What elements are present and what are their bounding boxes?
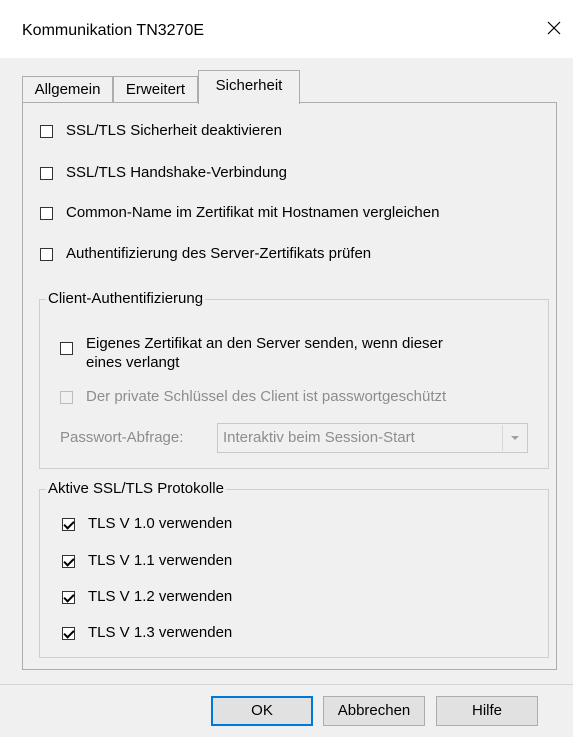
checkbox-disabled — [60, 391, 73, 404]
checkbox-label: TLS V 1.1 verwenden — [88, 552, 233, 569]
tab-allgemein[interactable]: Allgemein — [22, 76, 113, 103]
window-title: Kommunikation TN3270E — [22, 22, 205, 39]
checkbox-label: TLS V 1.3 verwenden — [88, 624, 233, 641]
checkbox[interactable] — [40, 167, 53, 180]
divider — [0, 684, 573, 685]
checkbox-label: Common-Name im Zertifikat mit Hostnamen … — [66, 204, 440, 221]
select-value: Interaktiv beim Session-Start — [223, 429, 415, 446]
checkbox[interactable] — [60, 342, 73, 355]
option-private-key-protected: Der private Schlüssel des Client ist pas… — [60, 388, 447, 406]
option-send-own-cert[interactable]: Eigenes Zertifikat an den Server senden,… — [60, 334, 443, 372]
title-bar: Kommunikation TN3270E — [0, 0, 573, 58]
option-tls-1-1[interactable]: TLS V 1.1 verwenden — [62, 552, 233, 570]
password-prompt-label: Passwort-Abfrage: — [60, 429, 184, 446]
checkbox-label: TLS V 1.0 verwenden — [88, 515, 233, 532]
option-ssl-disable[interactable]: SSL/TLS Sicherheit deaktivieren — [40, 122, 282, 140]
checkbox[interactable] — [40, 125, 53, 138]
checkbox-label: TLS V 1.2 verwenden — [88, 588, 233, 605]
option-tls-1-0[interactable]: TLS V 1.0 verwenden — [62, 515, 233, 533]
option-ssl-handshake[interactable]: SSL/TLS Handshake-Verbindung — [40, 164, 287, 182]
tab-erweitert[interactable]: Erweitert — [113, 76, 198, 103]
chevron-down-icon — [502, 425, 526, 451]
checkbox-label: Authentifizierung des Server-Zertifikats… — [66, 245, 372, 262]
checkbox-checked[interactable] — [62, 518, 75, 531]
checkbox-label: Eigenes Zertifikat an den Server senden,… — [86, 334, 443, 372]
send-cert-line-1: Eigenes Zertifikat an den Server senden,… — [86, 335, 443, 352]
option-tls-1-2[interactable]: TLS V 1.2 verwenden — [62, 588, 233, 606]
close-button[interactable] — [540, 14, 568, 42]
checkbox-checked[interactable] — [62, 591, 75, 604]
checkbox-checked[interactable] — [62, 627, 75, 640]
password-prompt-select: Interaktiv beim Session-Start — [217, 423, 528, 453]
group-legend: Aktive SSL/TLS Protokolle — [46, 480, 226, 498]
option-common-name[interactable]: Common-Name im Zertifikat mit Hostnamen … — [40, 204, 440, 222]
send-cert-line-2: eines verlangt — [86, 354, 180, 371]
checkbox-label: SSL/TLS Sicherheit deaktivieren — [66, 122, 282, 139]
cancel-button[interactable]: Abbrechen — [323, 696, 425, 726]
checkbox-label: SSL/TLS Handshake-Verbindung — [66, 164, 287, 181]
tab-sicherheit[interactable]: Sicherheit — [198, 70, 300, 104]
help-button[interactable]: Hilfe — [436, 696, 538, 726]
close-icon — [547, 21, 561, 35]
checkbox-checked[interactable] — [62, 555, 75, 568]
checkbox[interactable] — [40, 248, 53, 261]
group-legend: Client-Authentifizierung — [46, 290, 206, 308]
option-tls-1-3[interactable]: TLS V 1.3 verwenden — [62, 624, 233, 642]
checkbox[interactable] — [40, 207, 53, 220]
checkbox-label: Der private Schlüssel des Client ist pas… — [86, 388, 447, 405]
option-server-cert[interactable]: Authentifizierung des Server-Zertifikats… — [40, 245, 372, 263]
ok-button[interactable]: OK — [211, 696, 313, 726]
